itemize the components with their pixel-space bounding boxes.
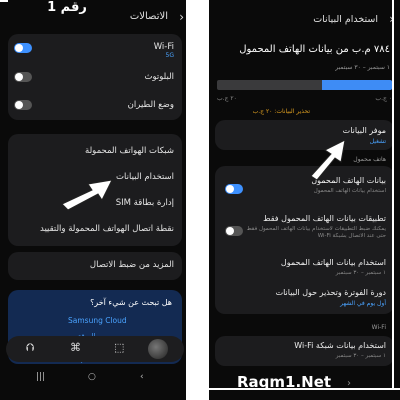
data-saver-label: موفر البيانات: [342, 126, 386, 135]
home-icon[interactable]: ○: [88, 372, 96, 382]
section-wifi-header: Wi-Fi: [371, 324, 386, 331]
divider-line: [186, 0, 190, 400]
wifi-data-card[interactable]: استخدام بيانات شبكة Wi-Fi ١ سبتمبر – ٣٠ …: [215, 336, 394, 366]
mobile-data-usage-label: استخدام بيانات الهاتف المحمول: [280, 258, 386, 267]
badge-number-one: رقم 1: [36, 0, 98, 20]
mobile-only-apps-toggle[interactable]: [225, 226, 243, 236]
data-warning-text: تحذير البيانات: ٢٠ ج.ب: [252, 108, 310, 115]
left-phone-screen: › الاتصالات Wi-Fi 5G البلوتوث وضع الطيرا…: [0, 0, 192, 400]
mobile-only-apps-desc: يمكنك ضبط التطبيقات لاستخدام بيانات الها…: [246, 226, 386, 239]
hotspot-label: نقطة اتصال الهواتف المحمولة والتقييد: [40, 224, 174, 234]
row-mobile-data-usage[interactable]: استخدام بيانات الهاتف المحمول ١ سبتمبر –…: [215, 254, 394, 280]
row-wifi-data-usage[interactable]: استخدام بيانات شبكة Wi-Fi ١ سبتمبر – ٣٠ …: [215, 336, 394, 366]
wifi-label: Wi-Fi: [153, 42, 174, 52]
frame-right: [392, 0, 394, 390]
bluetooth-toggle[interactable]: [14, 72, 32, 82]
bluetooth-label: البلوتوث: [144, 72, 174, 82]
frame-corner: [0, 0, 8, 2]
usage-scale-max: ٢٠ ج.ب: [217, 95, 237, 102]
promo-question: هل تبحث عن شيء آخر؟: [90, 298, 172, 307]
back-icon[interactable]: ‹: [140, 372, 144, 382]
airplane-toggle[interactable]: [14, 100, 32, 110]
row-hotspot[interactable]: نقطة اتصال الهواتف المحمولة والتقييد: [8, 220, 182, 240]
usage-bar-fill: [322, 80, 392, 90]
mobile-usage-total: ٧٨٤ م.ب من بيانات الهاتف المحمول: [239, 44, 390, 55]
pointer-arrow-icon: [310, 139, 346, 180]
wifi-toggle[interactable]: [14, 43, 32, 53]
connections-card-3: المزيد من ضبط الاتصال: [8, 252, 182, 280]
mobile-only-apps-label: تطبيقات بيانات الهاتف المحمول فقط: [263, 214, 386, 223]
row-airplane[interactable]: وضع الطيران: [8, 96, 182, 116]
data-usage-label: استخدام البيانات: [116, 172, 174, 182]
mobile-data-usage-desc: ١ سبتمبر – ٣٠ سبتمبر: [335, 270, 386, 276]
row-more-settings[interactable]: المزيد من ضبط الاتصال: [8, 256, 182, 276]
page-title: استخدام البيانات: [313, 14, 378, 25]
pointer-arrow-icon: [61, 179, 113, 211]
recents-icon[interactable]: |||: [36, 372, 45, 382]
page-title: الاتصالات: [129, 11, 168, 22]
scan-icon[interactable]: ⬚: [114, 341, 124, 354]
frame-bottom: [209, 388, 400, 390]
usage-bar: [217, 80, 392, 90]
connections-card-1: Wi-Fi 5G البلوتوث وضع الطيران: [8, 34, 182, 120]
mobile-data-toggle[interactable]: [225, 184, 243, 194]
wifi-sub: 5G: [165, 52, 174, 59]
row-mobile-networks[interactable]: شبكات الهواتف المحمولة: [8, 142, 182, 162]
wifi-data-usage-label: استخدام بيانات شبكة Wi-Fi: [294, 341, 386, 350]
right-phone-screen: › استخدام البيانات ٧٨٤ م.ب من بيانات اله…: [209, 0, 400, 400]
row-billing-cycle[interactable]: دورة الفوترة وتحذير حول البيانات أول يوم…: [215, 284, 394, 312]
sim-manager-label: إدارة بطاقة SIM: [115, 198, 174, 208]
airplane-label: وضع الطيران: [127, 100, 174, 110]
row-bluetooth[interactable]: البلوتوث: [8, 68, 182, 88]
row-wifi[interactable]: Wi-Fi 5G: [8, 38, 182, 62]
share-icon[interactable]: ⮉: [26, 341, 34, 355]
section-mobile-header: هاتف محمول: [353, 156, 386, 163]
mobile-data-card: بيانات الهاتف المحمول استخدام بيانات اله…: [215, 166, 394, 314]
billing-cycle-label: دورة الفوترة وتحذير حول البيانات: [275, 288, 386, 297]
mobile-data-desc: استخدام بيانات الهاتف المحمول: [313, 188, 386, 194]
samsung-cloud-link[interactable]: Samsung Cloud: [68, 316, 127, 325]
mobile-networks-label: شبكات الهواتف المحمولة: [85, 146, 174, 156]
usage-scale-min: ٠ ج.ب: [375, 95, 392, 102]
chevron-back-icon[interactable]: ›: [179, 10, 184, 24]
more-settings-label: المزيد من ضبط الاتصال: [89, 260, 174, 270]
navigation-bar: ||| ○ ‹: [0, 370, 190, 390]
wifi-data-usage-desc: ١ سبتمبر – ٣٠ سبتمبر: [335, 353, 386, 359]
billing-cycle-desc: أول يوم في الشهر: [340, 300, 386, 307]
usage-period: ١ سبتمبر – ٣٠ سبتمبر: [335, 64, 390, 71]
avatar[interactable]: [148, 339, 168, 359]
data-saver-status: تشغيل: [369, 138, 386, 145]
crop-icon[interactable]: ⌘: [70, 341, 81, 354]
